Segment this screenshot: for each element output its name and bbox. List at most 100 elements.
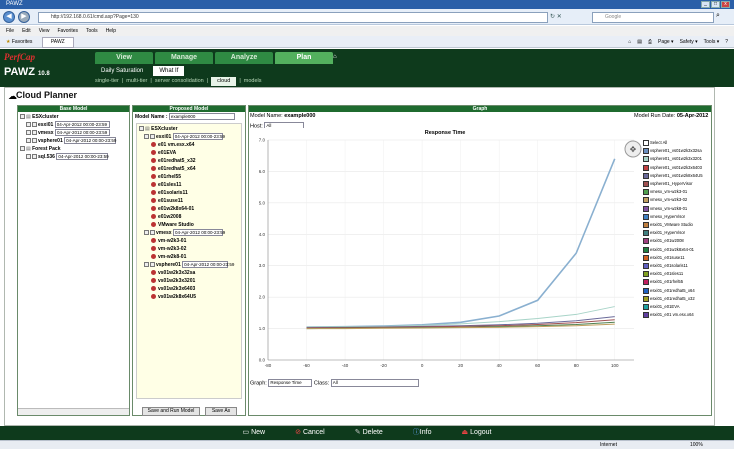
- legend-checkbox[interactable]: [643, 189, 649, 196]
- delete-button[interactable]: ✎ Delete: [355, 426, 383, 440]
- legend-item[interactable]: esxi01_e01w2k8x64-01: [643, 246, 711, 254]
- menu-view[interactable]: View: [39, 26, 50, 36]
- vm-item[interactable]: vm-w2k3-02: [139, 245, 239, 253]
- vm-item[interactable]: e01w2008: [139, 213, 239, 221]
- vm-item[interactable]: vs01w2k3x32sa: [139, 269, 239, 277]
- legend-checkbox[interactable]: [643, 197, 649, 204]
- nav-manage[interactable]: Manage: [155, 52, 213, 64]
- menu-favorites[interactable]: Favorites: [57, 26, 78, 36]
- pan-control[interactable]: ✥: [624, 140, 642, 158]
- legend-checkbox[interactable]: [643, 164, 649, 171]
- checkbox[interactable]: [150, 134, 155, 140]
- logout-button[interactable]: ⏏ Logout: [461, 426, 491, 440]
- subnav-server-consolidation[interactable]: server consolidation: [155, 77, 204, 86]
- legend-item[interactable]: esxi01_e01redhat5_x32: [643, 295, 711, 303]
- vm-item[interactable]: e01redhat5_x32: [139, 157, 239, 165]
- search-input[interactable]: Google: [592, 12, 714, 23]
- tree-node[interactable]: ▤ ESXcluster: [139, 125, 239, 133]
- tree-node[interactable]: vmesx 04-Apr-2012 00:00-23:59: [20, 129, 127, 137]
- legend-item[interactable]: vmesx_HyperVisor: [643, 213, 711, 221]
- legend-checkbox[interactable]: [643, 180, 649, 187]
- minimize-button[interactable]: _: [701, 1, 710, 8]
- safety-menu[interactable]: Safety ▾: [680, 36, 698, 48]
- expand-icon[interactable]: [20, 114, 25, 120]
- vm-item[interactable]: e01solaris11: [139, 189, 239, 197]
- expand-icon[interactable]: [139, 126, 144, 132]
- date-field[interactable]: 04-Apr-2012 00:00-23:59: [182, 261, 234, 269]
- checkbox[interactable]: [150, 262, 155, 268]
- nav-view[interactable]: View: [95, 52, 153, 64]
- expand-icon[interactable]: [144, 230, 149, 236]
- vm-item[interactable]: vs01w2k8x64U5: [139, 293, 239, 301]
- vm-item[interactable]: vs01w2k3x3201: [139, 277, 239, 285]
- legend-item[interactable]: esxi01_e01 vm.esx.x64: [643, 311, 711, 319]
- search-icon[interactable]: ⌕: [716, 12, 720, 20]
- legend-checkbox[interactable]: [643, 172, 649, 179]
- expand-icon[interactable]: [26, 130, 31, 136]
- expand-icon[interactable]: [26, 122, 31, 128]
- legend-checkbox[interactable]: [643, 148, 649, 155]
- tree-node[interactable]: vsphere01 04-Apr-2012 00:00-23:59: [139, 261, 239, 269]
- date-field[interactable]: 04-Apr-2012 00:00-23:59: [64, 137, 116, 145]
- tree-node[interactable]: esxi01 04-Apr-2012 00:00-23:59: [139, 133, 239, 141]
- legend-checkbox[interactable]: [643, 213, 649, 220]
- legend-checkbox[interactable]: [643, 262, 649, 269]
- checkbox[interactable]: [32, 154, 37, 160]
- tree-node[interactable]: vmesx 04-Apr-2012 00:00-23:59: [139, 229, 239, 237]
- legend-checkbox[interactable]: [643, 230, 649, 237]
- back-icon[interactable]: ◀: [3, 11, 15, 23]
- menu-edit[interactable]: Edit: [22, 26, 31, 36]
- vm-item[interactable]: vm-w2k3-01: [139, 237, 239, 245]
- legend-item[interactable]: esxi01_e01solaris11: [643, 262, 711, 270]
- vm-item[interactable]: VMware Studio: [139, 221, 239, 229]
- feeds-icon[interactable]: ▤: [637, 36, 642, 48]
- checkbox[interactable]: [150, 230, 155, 236]
- subnav-cloud[interactable]: cloud: [211, 77, 237, 86]
- legend-checkbox[interactable]: [643, 295, 649, 302]
- legend-checkbox[interactable]: [643, 312, 649, 319]
- legend-item[interactable]: esxi01_e01redhat5_x64: [643, 287, 711, 295]
- date-field[interactable]: 04-Apr-2012 00:00-23:59: [54, 129, 110, 137]
- legend-checkbox[interactable]: [643, 254, 649, 261]
- vm-item[interactable]: e01rhel55: [139, 173, 239, 181]
- new-button[interactable]: ▭ New: [243, 426, 266, 440]
- vm-item[interactable]: e01suse11: [139, 197, 239, 205]
- legend-item[interactable]: esxi01_e01EVA: [643, 303, 711, 311]
- legend-checkbox[interactable]: [643, 279, 649, 286]
- forward-icon[interactable]: ▶: [18, 11, 30, 23]
- legend-item[interactable]: vmesx_vm-w2k3-02: [643, 196, 711, 204]
- nav-analyze[interactable]: Analyze: [215, 52, 273, 64]
- expand-icon[interactable]: [144, 262, 149, 268]
- menu-help[interactable]: Help: [106, 26, 116, 36]
- tree-node[interactable]: sql.536 04-Apr-2012 00:00-23:59: [20, 153, 127, 161]
- legend-checkbox[interactable]: [643, 156, 649, 163]
- legend-item[interactable]: esxi01_e01w2008: [643, 237, 711, 245]
- legend-checkbox[interactable]: [643, 303, 649, 310]
- expand-icon[interactable]: [20, 146, 25, 152]
- date-field[interactable]: 04-Apr-2012 00:00-23:59: [172, 133, 225, 141]
- legend-checkbox[interactable]: [643, 221, 649, 228]
- checkbox[interactable]: [32, 122, 37, 128]
- favorites-button[interactable]: Favorites: [12, 39, 33, 45]
- legend-checkbox[interactable]: [643, 287, 649, 294]
- date-field[interactable]: 04-Apr-2012 00:00-23:59: [172, 229, 225, 237]
- legend-checkbox[interactable]: [643, 205, 649, 212]
- vm-item[interactable]: e01EVA: [139, 149, 239, 157]
- legend-item[interactable]: esxi01_e01rhel55: [643, 278, 711, 286]
- legend-item[interactable]: esxi01_VMware Studio: [643, 221, 711, 229]
- tree-node[interactable]: vsphere01 04-Apr-2012 00:00-23:59: [20, 137, 127, 145]
- save-and-run-button[interactable]: Save and Run Model: [142, 407, 200, 416]
- expand-icon[interactable]: [26, 154, 31, 160]
- checkbox[interactable]: [32, 138, 37, 144]
- class-select[interactable]: All: [330, 379, 419, 387]
- legend-item[interactable]: Select All: [643, 139, 711, 147]
- checkbox[interactable]: [32, 130, 37, 136]
- vm-item[interactable]: e01redhat5_x64: [139, 165, 239, 173]
- legend-item[interactable]: vsphere01_HyperVisor: [643, 180, 711, 188]
- legend-item[interactable]: vsphere01_vs01w2k3x3201: [643, 155, 711, 163]
- tree-node[interactable]: esxi01 04-Apr-2012 00:00-23:59: [20, 121, 127, 129]
- date-field[interactable]: 04-Apr-2012 00:00-23:59: [56, 153, 109, 161]
- info-button[interactable]: ⓘInfo: [413, 426, 432, 440]
- horizontal-scrollbar[interactable]: [18, 408, 129, 415]
- menu-file[interactable]: File: [6, 26, 14, 36]
